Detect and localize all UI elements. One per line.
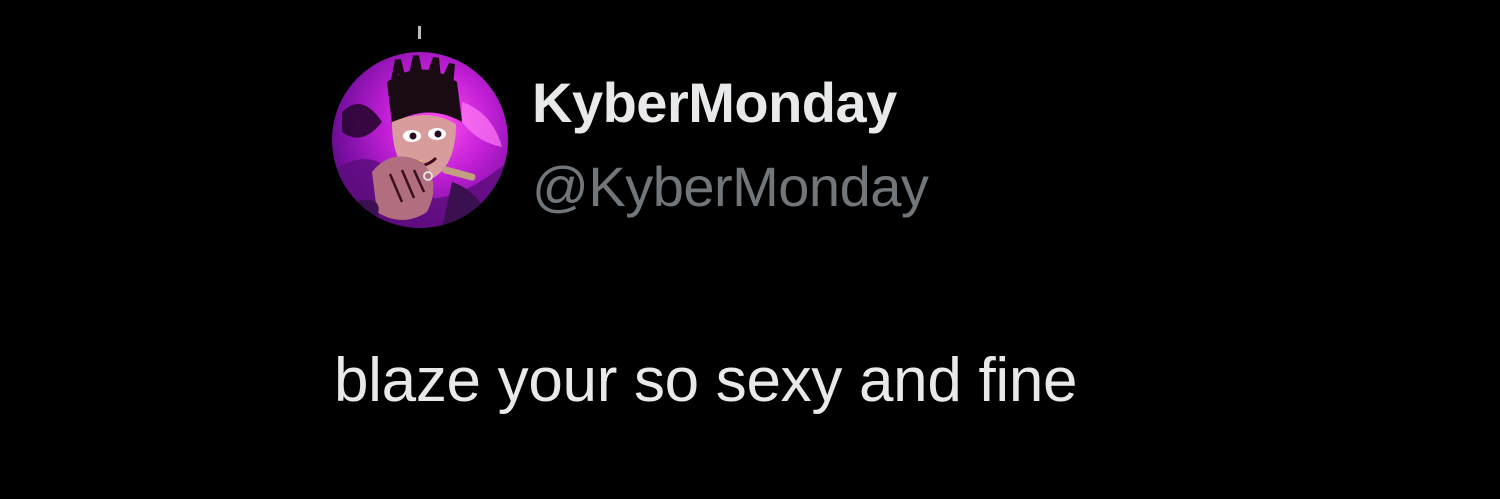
avatar[interactable]	[332, 52, 508, 228]
avatar-illustration-icon	[332, 55, 508, 228]
tweet-text: blaze your so sexy and fine	[334, 346, 1078, 415]
display-name[interactable]: KyberMonday	[532, 70, 897, 136]
user-handle[interactable]: @KyberMonday	[532, 154, 929, 220]
tweet-card: KyberMonday @KyberMonday blaze your so s…	[0, 0, 1500, 499]
top-divider-mark	[418, 26, 421, 39]
